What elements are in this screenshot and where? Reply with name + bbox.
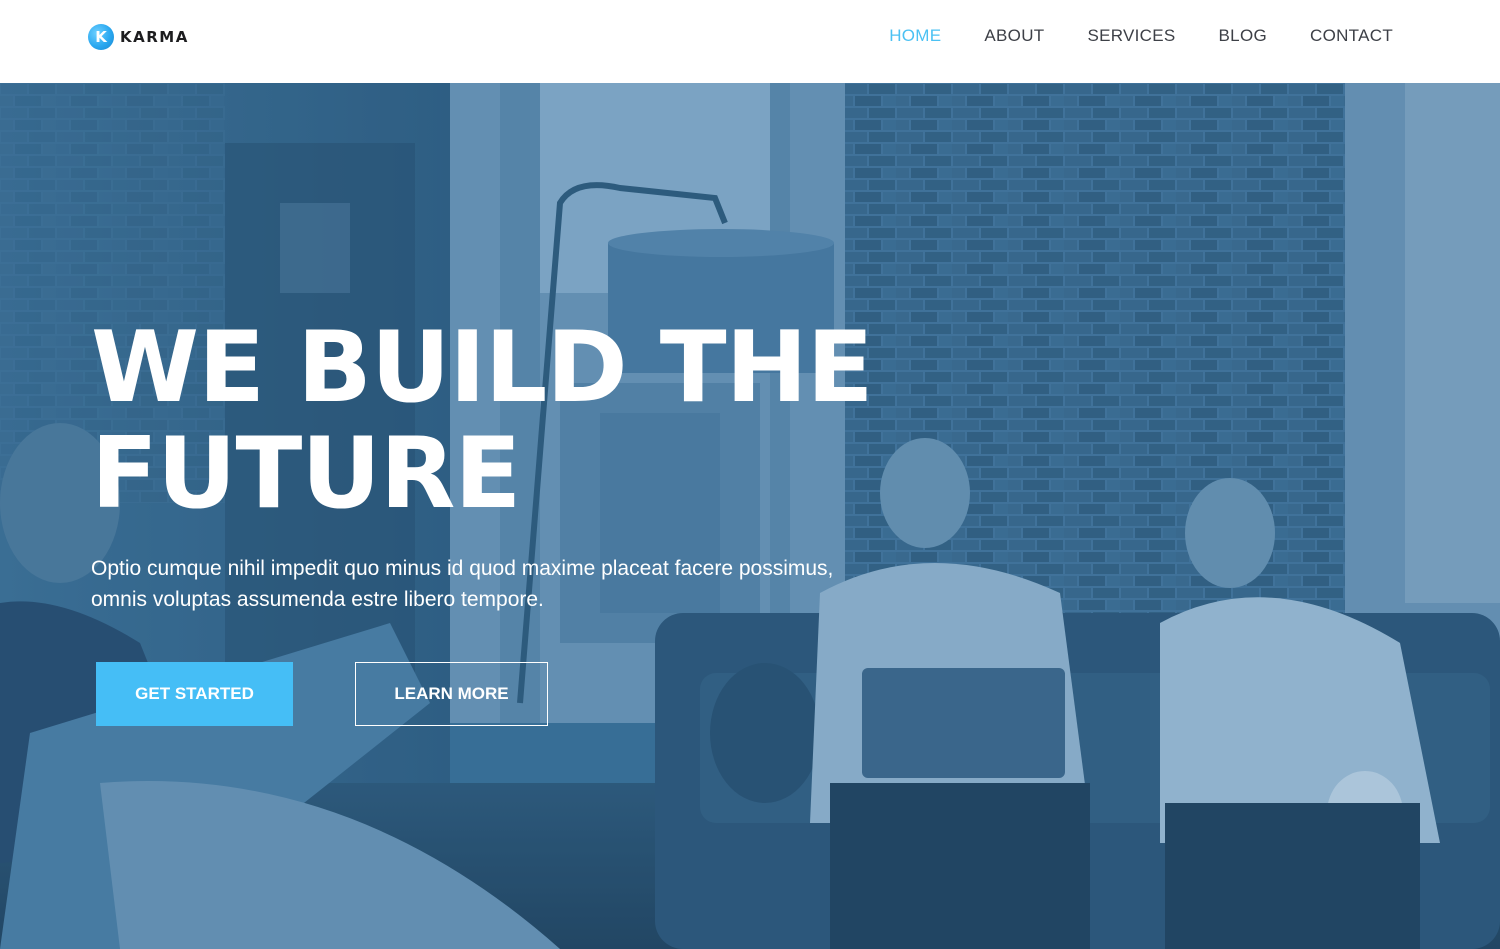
nav-item-services[interactable]: SERVICES — [1087, 26, 1175, 46]
hero-cta-buttons: GET STARTED LEARN MORE — [96, 662, 548, 726]
hero-content: WE BUILD THE FUTURE Optio cumque nihil i… — [91, 315, 991, 615]
landing-page: K KARMA HOME ABOUT SERVICES BLOG CONTACT — [0, 0, 1500, 949]
hero-section: WE BUILD THE FUTURE Optio cumque nihil i… — [0, 83, 1500, 949]
learn-more-button[interactable]: LEARN MORE — [355, 662, 548, 726]
nav-item-contact[interactable]: CONTACT — [1310, 26, 1393, 46]
hero-title: WE BUILD THE FUTURE — [91, 315, 991, 527]
hero-subtitle-line-1: Optio cumque nihil impedit quo minus id … — [91, 557, 834, 580]
karma-logo-icon: K — [88, 23, 114, 50]
hero-subtitle-line-2: omnis voluptas assumenda estre libero te… — [91, 588, 544, 611]
hero-title-line-2: FUTURE — [91, 417, 521, 531]
get-started-button[interactable]: GET STARTED — [96, 662, 293, 726]
hero-subtitle: Optio cumque nihil impedit quo minus id … — [91, 553, 951, 615]
nav-item-home[interactable]: HOME — [889, 26, 941, 46]
brand-name: KARMA — [120, 27, 189, 46]
navbar: K KARMA HOME ABOUT SERVICES BLOG CONTACT — [0, 0, 1500, 83]
hero-title-line-1: WE BUILD THE — [91, 311, 874, 425]
nav-item-blog[interactable]: BLOG — [1219, 26, 1267, 46]
nav-item-about[interactable]: ABOUT — [984, 26, 1044, 46]
main-nav: HOME ABOUT SERVICES BLOG CONTACT — [889, 26, 1393, 46]
brand-logo[interactable]: K KARMA — [88, 23, 189, 50]
